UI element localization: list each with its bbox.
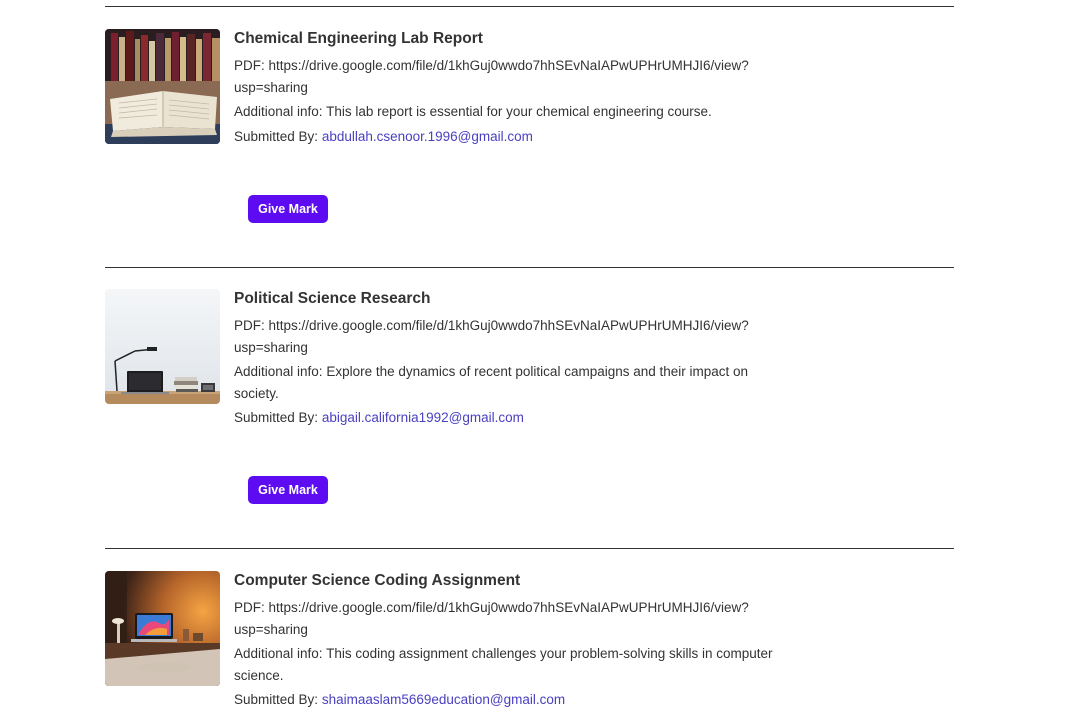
divider <box>105 548 954 549</box>
submitted-by-line: Submitted By: shaimaaslam5669education@g… <box>234 689 794 711</box>
submission-title: Computer Science Coding Assignment <box>234 572 521 589</box>
pdf-url: https://drive.google.com/file/d/1khGuj0w… <box>234 58 749 95</box>
submission-card: Political Science Research PDF: https://… <box>105 289 954 509</box>
additional-info-line: Additional info: This coding assignment … <box>234 643 794 686</box>
additional-info-label: Additional info: <box>234 646 323 661</box>
divider <box>105 6 954 7</box>
submitted-by-label: Submitted By: <box>234 692 319 707</box>
pdf-line: PDF: https://drive.google.com/file/d/1kh… <box>234 597 794 640</box>
submitter-email-link[interactable]: shaimaaslam5669education@gmail.com <box>322 692 565 707</box>
submission-title: Political Science Research <box>234 290 431 307</box>
submission-details: Computer Science Coding Assignment PDF: … <box>234 571 794 711</box>
divider <box>105 267 954 268</box>
submission-details: Political Science Research PDF: https://… <box>234 289 794 429</box>
pdf-url: https://drive.google.com/file/d/1khGuj0w… <box>234 318 749 355</box>
submission-details: Chemical Engineering Lab Report PDF: htt… <box>234 29 794 147</box>
submitted-by-label: Submitted By: <box>234 128 319 144</box>
pdf-label: PDF: <box>234 600 265 615</box>
pdf-url: https://drive.google.com/file/d/1khGuj0w… <box>234 600 749 637</box>
pdf-line: PDF: https://drive.google.com/file/d/1kh… <box>234 55 794 98</box>
open-books-image <box>105 29 220 144</box>
laptop-desk-image <box>105 571 220 686</box>
submitted-by-line: Submitted By: abigail.california1992@gma… <box>234 407 794 429</box>
submitted-by-label: Submitted By: <box>234 410 319 425</box>
pdf-label: PDF: <box>234 58 265 73</box>
additional-info-label: Additional info: <box>234 104 323 119</box>
submissions-page: Chemical Engineering Lab Report PDF: htt… <box>0 0 1068 720</box>
submission-card: Chemical Engineering Lab Report PDF: htt… <box>105 29 954 229</box>
additional-info-text: This lab report is essential for your ch… <box>326 104 712 119</box>
desk-workspace-image <box>105 289 220 404</box>
additional-info-line: Additional info: Explore the dynamics of… <box>234 361 794 404</box>
submission-card: Computer Science Coding Assignment PDF: … <box>105 571 954 720</box>
additional-info-label: Additional info: <box>234 364 323 379</box>
give-mark-button[interactable]: Give Mark <box>248 195 328 223</box>
pdf-line: PDF: https://drive.google.com/file/d/1kh… <box>234 315 794 358</box>
submitter-email-link[interactable]: abdullah.csenoor.1996@gmail.com <box>322 129 533 144</box>
submitter-email-link[interactable]: abigail.california1992@gmail.com <box>322 410 524 425</box>
give-mark-button[interactable]: Give Mark <box>248 476 328 504</box>
pdf-label: PDF: <box>234 318 265 333</box>
submitted-by-line: Submitted By: abdullah.csenoor.1996@gmai… <box>234 126 794 148</box>
additional-info-line: Additional info: This lab report is esse… <box>234 101 794 123</box>
submission-title: Chemical Engineering Lab Report <box>234 30 483 47</box>
